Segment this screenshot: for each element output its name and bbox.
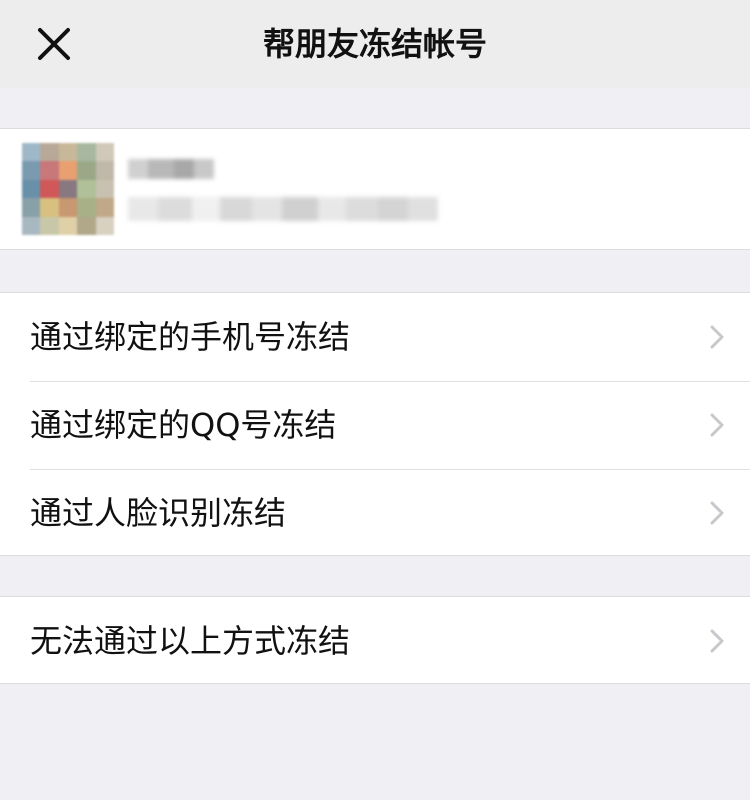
option-label: 通过人脸识别冻结	[30, 494, 287, 532]
chevron-right-icon	[710, 325, 724, 349]
close-icon	[38, 28, 70, 60]
option-label: 通过绑定的手机号冻结	[30, 318, 351, 356]
chevron-right-icon	[710, 629, 724, 653]
option-freeze-by-phone[interactable]: 通过绑定的手机号冻结	[0, 293, 750, 381]
option-freeze-by-face[interactable]: 通过人脸识别冻结	[0, 469, 750, 557]
avatar	[22, 143, 114, 235]
chevron-right-icon	[710, 501, 724, 525]
option-freeze-by-qq[interactable]: 通过绑定的QQ号冻结	[0, 381, 750, 469]
page-title: 帮朋友冻结帐号	[262, 25, 487, 63]
chevron-right-icon	[710, 413, 724, 437]
option-label: 通过绑定的QQ号冻结	[30, 406, 337, 444]
option-label: 无法通过以上方式冻结	[30, 622, 351, 660]
friend-id-blurred	[128, 197, 438, 221]
friend-name-blurred	[128, 159, 214, 179]
friend-profile-card	[0, 128, 750, 250]
other-method-list: 无法通过以上方式冻结	[0, 596, 750, 684]
option-cannot-freeze[interactable]: 无法通过以上方式冻结	[0, 597, 750, 685]
freeze-method-list: 通过绑定的手机号冻结 通过绑定的QQ号冻结 通过人脸识别冻结	[0, 292, 750, 556]
close-button[interactable]	[22, 12, 86, 76]
navigation-bar: 帮朋友冻结帐号	[0, 0, 750, 88]
